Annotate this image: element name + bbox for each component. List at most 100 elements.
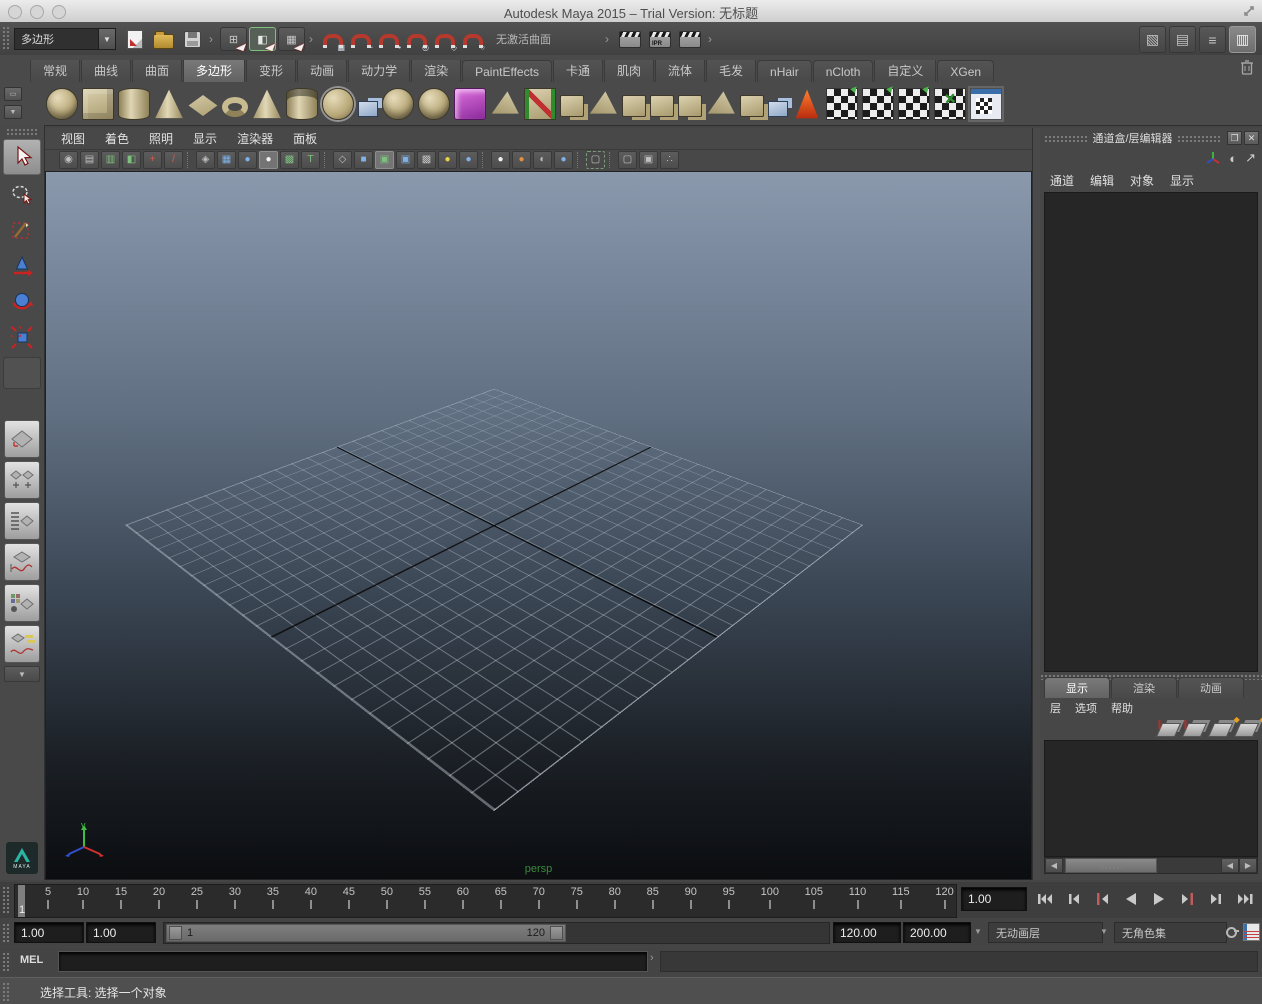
- quad-draw-icon[interactable]: [768, 101, 788, 117]
- mel-input[interactable]: [58, 951, 648, 972]
- snap-to-point-icon[interactable]: •: [379, 34, 399, 48]
- lasso-tool[interactable]: [4, 177, 40, 211]
- layer-editor-tab[interactable]: 显示: [1044, 677, 1110, 698]
- shadows-icon[interactable]: ●: [512, 151, 531, 169]
- shelf-tab[interactable]: 自定义: [874, 60, 936, 82]
- group-separator[interactable]: [708, 28, 715, 50]
- isolate-select-icon[interactable]: ▢: [586, 151, 605, 169]
- shelf-tab[interactable]: 曲线: [81, 60, 131, 82]
- camera-attributes-icon[interactable]: ▤: [80, 151, 99, 169]
- uv-editor-icon[interactable]: [970, 88, 1002, 120]
- smooth-shade-all-icon[interactable]: ■: [354, 151, 373, 169]
- step-back-frame-button[interactable]: [1061, 888, 1087, 910]
- viewport-menu-item[interactable]: 渲染器: [237, 130, 273, 147]
- uv-planar-mapping-icon[interactable]: [826, 88, 858, 120]
- trash-icon[interactable]: [1240, 59, 1254, 75]
- shelf-tab[interactable]: 变形: [246, 60, 296, 82]
- snap-to-view-plane-icon[interactable]: ◇: [435, 34, 455, 48]
- resize-window-icon[interactable]: [1242, 4, 1256, 18]
- four-pane-layout[interactable]: [4, 461, 40, 499]
- animation-start-field[interactable]: 1.00: [14, 922, 84, 943]
- channel-box-toggle-icon[interactable]: ▥: [1229, 26, 1256, 53]
- shelf-tab[interactable]: XGen: [937, 60, 994, 82]
- render-current-frame-icon[interactable]: [619, 31, 641, 48]
- shelf-tab[interactable]: 渲染: [411, 60, 461, 82]
- viewport-toolbar-icon[interactable]: [577, 152, 582, 168]
- toolbox-more-button[interactable]: ▼: [4, 666, 40, 682]
- poly-sphere-icon[interactable]: [46, 88, 78, 120]
- channel-box-menu-item[interactable]: 通道: [1050, 172, 1074, 190]
- select-component-icon[interactable]: ▦: [278, 27, 305, 51]
- step-back-key-button[interactable]: [1089, 888, 1115, 910]
- range-end-handle[interactable]: [550, 926, 563, 940]
- animation-end-field[interactable]: 200.00: [903, 922, 971, 943]
- resolution-gate-icon[interactable]: ▦: [217, 151, 236, 169]
- character-set-dropdown[interactable]: 无角色集: [1114, 922, 1227, 943]
- live-surface-field[interactable]: 无激活曲面: [490, 30, 604, 48]
- select-hierarchy-icon[interactable]: ⊞: [220, 27, 247, 51]
- split-edge-ring-icon[interactable]: [560, 95, 584, 117]
- open-scene-icon[interactable]: [153, 34, 174, 49]
- save-scene-icon[interactable]: [184, 31, 201, 48]
- shelf-tab[interactable]: nHair: [757, 60, 812, 82]
- auto-keyframe-icon[interactable]: [1226, 927, 1239, 936]
- bookmarks-icon[interactable]: ▥: [101, 151, 120, 169]
- view-3d[interactable]: y persp: [45, 171, 1032, 880]
- all-lights-icon[interactable]: ●: [459, 151, 478, 169]
- viewport-menu-item[interactable]: 着色: [105, 130, 129, 147]
- viewport-menu-item[interactable]: 显示: [193, 130, 217, 147]
- shelf-option-button[interactable]: ▭: [4, 87, 22, 101]
- scrollbar-thumb[interactable]: [1065, 858, 1157, 873]
- image-plane-icon[interactable]: ◧: [122, 151, 141, 169]
- connect-icon[interactable]: [678, 95, 702, 117]
- select-camera-icon[interactable]: ◉: [59, 151, 78, 169]
- default-lighting-icon[interactable]: ●: [438, 151, 457, 169]
- snap-to-grid-icon[interactable]: ▦: [323, 34, 343, 48]
- poke-face-icon[interactable]: [740, 95, 764, 117]
- time-slider-grip[interactable]: [2, 886, 10, 914]
- last-tool-slot[interactable]: [3, 357, 41, 389]
- shelf-tab[interactable]: 动画: [297, 60, 347, 82]
- extract-icon[interactable]: [588, 89, 618, 119]
- hypershade-persp-layout[interactable]: [4, 584, 40, 622]
- move-layer-up-icon[interactable]: [1156, 723, 1181, 737]
- layer-editor-menu-item[interactable]: 层: [1050, 700, 1061, 716]
- playback-start-field[interactable]: 1.00: [86, 922, 156, 943]
- smooth-shade-wire-icon[interactable]: ▣: [375, 151, 394, 169]
- viewport-toolbar-icon[interactable]: [609, 152, 614, 168]
- range-slider-track[interactable]: 1 120: [163, 922, 830, 944]
- textured-icon[interactable]: ▣: [396, 151, 415, 169]
- wedge-face-icon[interactable]: [706, 89, 736, 119]
- anim-layer-dropdown[interactable]: 无动画层: [988, 922, 1103, 943]
- safe-action-icon[interactable]: ▩: [280, 151, 299, 169]
- poly-torus-icon[interactable]: [222, 97, 248, 117]
- viewport-toolbar-icon[interactable]: [482, 152, 487, 168]
- shelf-tab[interactable]: 常规: [30, 60, 80, 82]
- sculpt-tool-icon[interactable]: [792, 89, 822, 119]
- help-line-grip[interactable]: [2, 982, 10, 1001]
- close-panel-button[interactable]: ✕: [1244, 131, 1259, 145]
- grease-pencil-icon[interactable]: /: [164, 151, 183, 169]
- layer-list-area[interactable]: [1044, 740, 1258, 857]
- booleans-icon[interactable]: [418, 88, 450, 120]
- ssao-icon[interactable]: ◐: [533, 151, 552, 169]
- snap-to-curve-icon[interactable]: ~: [351, 34, 371, 48]
- mel-label[interactable]: MEL: [20, 954, 43, 966]
- step-forward-key-button[interactable]: [1175, 888, 1201, 910]
- poly-cylinder-icon[interactable]: [118, 88, 150, 120]
- rotate-tool[interactable]: [4, 285, 40, 319]
- go-to-end-button[interactable]: [1232, 888, 1258, 910]
- viewport-toolbar-icon[interactable]: [187, 152, 192, 168]
- new-scene-icon[interactable]: [127, 30, 143, 49]
- float-panel-button[interactable]: ❐: [1227, 131, 1242, 145]
- render-settings-icon[interactable]: [679, 31, 701, 48]
- group-separator[interactable]: [605, 28, 612, 50]
- use-default-material-icon[interactable]: ▩: [417, 151, 436, 169]
- viewport-toolbar-icon[interactable]: [324, 152, 329, 168]
- poly-cube-icon[interactable]: [82, 88, 114, 120]
- toolbox-grip[interactable]: [6, 128, 38, 136]
- scroll-right-button[interactable]: ▶: [1239, 858, 1257, 873]
- shelf-tab[interactable]: nCloth: [813, 60, 874, 82]
- layer-editor-menu-item[interactable]: 选项: [1075, 700, 1097, 716]
- move-layer-down-icon[interactable]: [1182, 723, 1207, 737]
